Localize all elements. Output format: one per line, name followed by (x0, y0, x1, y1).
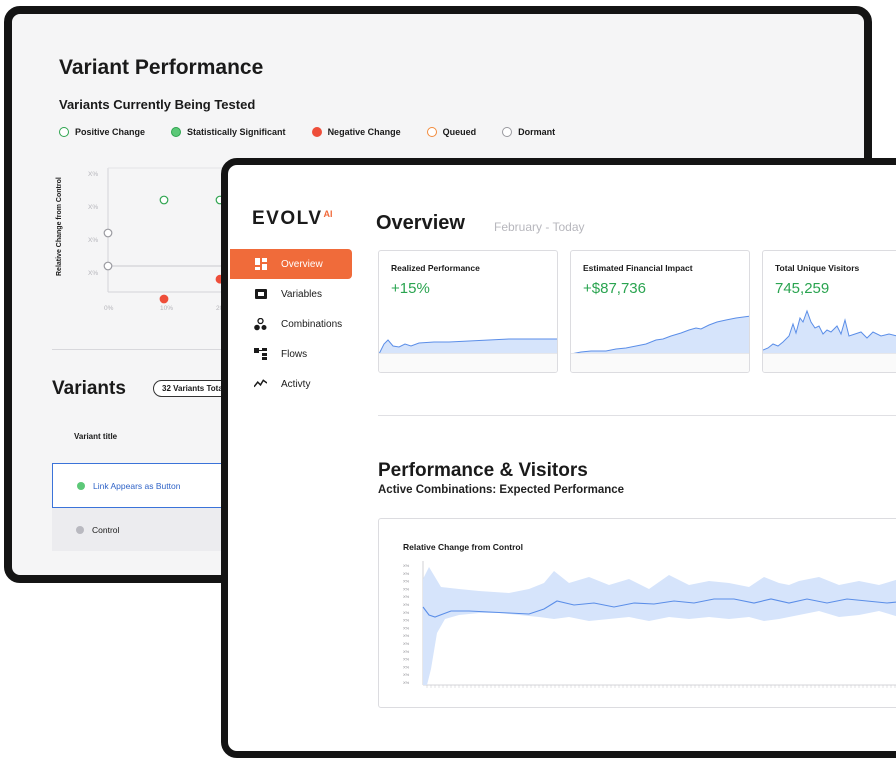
x-tick-label: 10% (160, 305, 173, 312)
y-tick-label: X% (403, 594, 410, 599)
y-tick-label: X% (403, 664, 410, 669)
positive-dot-icon (59, 127, 69, 137)
card-financial-impact[interactable]: Estimated Financial Impact +$87,736 (570, 250, 750, 373)
y-tick-label: X% (88, 237, 98, 244)
y-tick-label: X% (403, 618, 410, 623)
section-divider (378, 415, 896, 416)
dormant-dot-icon (502, 127, 513, 137)
status-dot-icon (77, 481, 85, 490)
card-label: Realized Performance (391, 263, 480, 273)
card-footer (379, 353, 557, 372)
performance-subtitle: Active Combinations: Expected Performanc… (378, 484, 625, 496)
legend-significant: Statistically Significant (171, 127, 286, 137)
y-tick-label: X% (403, 680, 410, 685)
y-tick-label: X% (403, 633, 410, 638)
scatter-y-axis-title: Relative Change from Control (56, 177, 63, 276)
y-tick-label: X% (88, 270, 98, 277)
y-tick-label: X% (403, 586, 410, 591)
combinations-icon (254, 317, 267, 331)
evolv-overview-window: EVOLV AI Overview Variables Combinations … (221, 158, 896, 758)
flows-icon (254, 348, 267, 361)
legend: Positive Change Statistically Significan… (59, 127, 581, 137)
y-tick-label: X% (403, 649, 410, 654)
y-tick-label: X% (403, 672, 410, 677)
card-value: +$87,736 (583, 280, 646, 297)
variants-title: Variants (52, 378, 126, 399)
activity-icon (254, 378, 267, 391)
sidebar-item-variables[interactable]: Variables (230, 279, 352, 309)
sparkline (379, 338, 557, 356)
card-label: Total Unique Visitors (775, 263, 860, 273)
y-tick-label: X% (403, 641, 410, 646)
scatter-point-dormant (103, 261, 113, 271)
y-tick-label: X% (403, 571, 410, 576)
sidebar-item-combinations[interactable]: Combinations (230, 309, 352, 339)
negative-dot-icon (311, 127, 322, 137)
legend-dormant: Dormant (502, 127, 555, 137)
card-realized-performance[interactable]: Realized Performance +15% (378, 250, 558, 373)
card-value: +15% (391, 280, 430, 297)
card-label: Estimated Financial Impact (583, 263, 693, 273)
scatter-point-negative (159, 294, 169, 304)
y-tick-label: X% (403, 625, 410, 630)
card-unique-visitors[interactable]: Total Unique Visitors 745,259 (762, 250, 896, 373)
performance-chart-label: Relative Change from Control (403, 542, 523, 552)
variant-performance-title: Variant Performance (59, 56, 264, 79)
date-range[interactable]: February - Today (494, 220, 585, 234)
performance-visitors-title: Performance & Visitors (378, 460, 588, 481)
legend-positive: Positive Change (59, 127, 145, 137)
y-tick-label: X% (88, 204, 98, 211)
card-footer (571, 353, 749, 372)
confidence-band (423, 567, 896, 685)
card-footer (763, 353, 896, 372)
sparkline (571, 315, 749, 356)
variant-title-column-header: Variant title (74, 432, 118, 441)
grid-icon (254, 258, 267, 271)
evolv-logo: EVOLV AI (252, 208, 333, 229)
x-tick-label: 0% (104, 305, 114, 312)
y-tick-label: X% (403, 563, 410, 568)
legend-queued: Queued (426, 127, 476, 137)
legend-negative: Negative Change (311, 127, 401, 137)
queued-dot-icon (426, 127, 437, 137)
overview-title: Overview (376, 212, 465, 234)
y-tick-label: X% (403, 657, 410, 662)
sidebar-item-flows[interactable]: Flows (230, 339, 352, 369)
sidebar-item-activity[interactable]: Activty (230, 369, 352, 399)
sidebar-item-overview[interactable]: Overview (230, 249, 352, 279)
variables-icon (254, 288, 267, 301)
performance-chart-card: Relative Change from Control X% X% X% X% X% X… (378, 518, 896, 708)
scatter-point-positive (159, 195, 169, 205)
significant-dot-icon (171, 127, 182, 137)
card-value: 745,259 (775, 280, 830, 297)
sidebar-nav: Overview Variables Combinations Flows Ac… (230, 249, 352, 399)
performance-band-chart: X% X% X% X% X% X% X% X% X% X% X% X% X% X% X% X% (403, 561, 896, 688)
y-tick-label: X% (88, 171, 98, 178)
y-tick-label: X% (403, 610, 410, 615)
status-dot-icon (76, 525, 84, 534)
scatter-point-dormant (103, 228, 113, 238)
y-tick-label: X% (403, 579, 410, 584)
sparkline (763, 309, 896, 356)
variants-tested-subtitle: Variants Currently Being Tested (59, 97, 256, 112)
y-tick-label: X% (403, 602, 410, 607)
